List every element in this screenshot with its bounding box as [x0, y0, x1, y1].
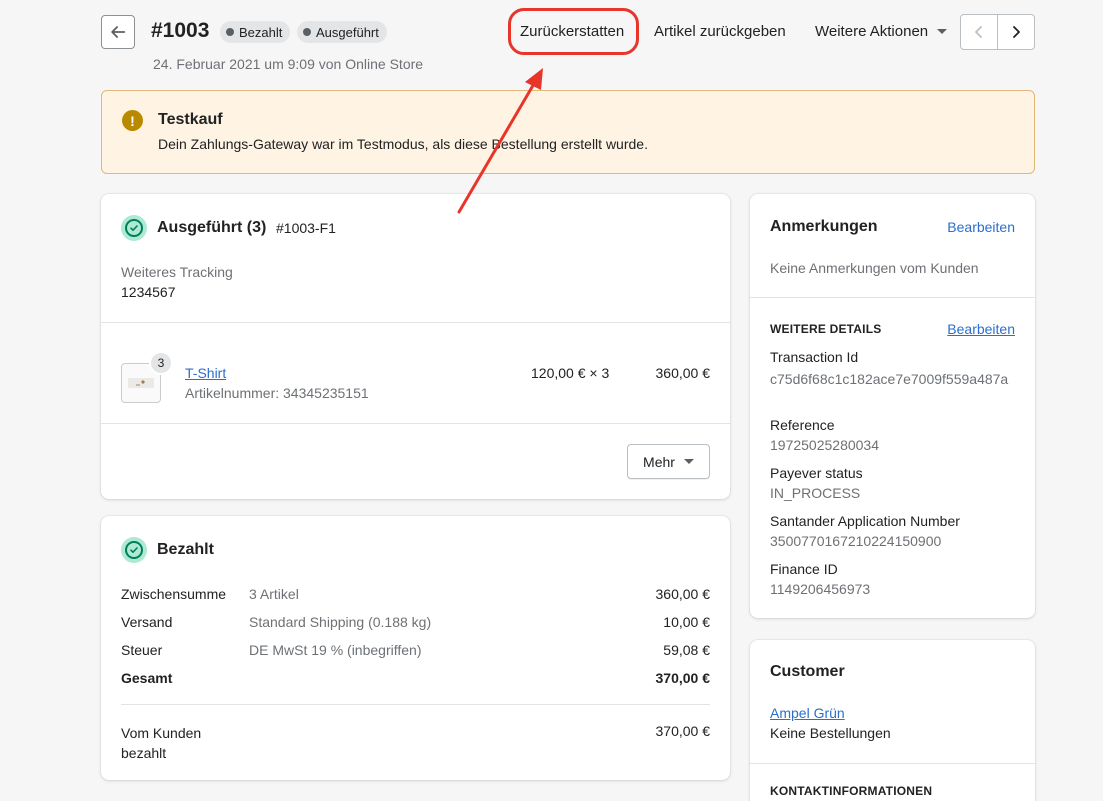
status-badge-fulfilled: Ausgeführt	[297, 21, 387, 43]
divider	[750, 297, 1035, 298]
caret-down-icon	[683, 459, 694, 464]
detail-label: Santander Application Number	[770, 513, 960, 529]
payment-title: Bezahlt	[157, 541, 214, 558]
detail-label: Finance ID	[770, 561, 838, 577]
notes-card: Anmerkungen Bearbeiten Keine Anmerkungen…	[750, 194, 1035, 618]
back-button[interactable]	[101, 15, 135, 49]
chevron-left-icon	[975, 26, 982, 38]
notes-title: Anmerkungen	[770, 218, 878, 235]
subtotal-amount: 360,00 €	[655, 586, 711, 602]
image-placeholder-icon	[128, 378, 154, 388]
customer-title: Customer	[770, 663, 845, 680]
detail-value: 1149206456973	[770, 581, 871, 597]
chevron-right-icon	[1013, 26, 1020, 38]
detail-label: Payever status	[770, 465, 863, 481]
fulfillment-title: Ausgeführt (3)	[157, 219, 267, 236]
detail-value: 3500770167210224150900	[770, 533, 942, 549]
customer-card: Customer Ampel Grün Keine Bestellungen K…	[750, 640, 1035, 801]
detail-value: c75d6f68c1c182ace7e7009f559a487a	[770, 371, 1009, 387]
fulfillment-card: Ausgeführt (3) #1003-F1 Weiteres Trackin…	[101, 194, 730, 499]
previous-order-button[interactable]	[961, 15, 998, 49]
paid-by-customer-label: Vom Kunden bezahlt	[121, 725, 202, 761]
caret-down-icon	[937, 29, 948, 34]
tax-amount: 59,08 €	[663, 642, 710, 658]
divider	[101, 423, 730, 424]
banner-title: Testkauf	[158, 111, 223, 128]
details-edit-link[interactable]: Bearbeiten	[947, 321, 1015, 337]
order-subtitle: 24. Februar 2021 um 9:09 von Online Stor…	[153, 56, 424, 72]
product-link[interactable]: T-Shirt	[185, 365, 226, 381]
check-circle-icon	[121, 215, 147, 241]
notes-edit-link[interactable]: Bearbeiten	[947, 219, 1015, 235]
notes-empty-text: Keine Anmerkungen vom Kunden	[770, 260, 979, 276]
more-button[interactable]: Mehr	[627, 444, 710, 479]
quantity-badge: 3	[149, 351, 173, 375]
subtotal-desc: 3 Artikel	[249, 586, 299, 602]
subtotal-label: Zwischensumme	[121, 586, 227, 602]
total-amount: 370,00 €	[655, 670, 711, 686]
annotation-arrow-icon	[457, 68, 543, 214]
total-label: Gesamt	[121, 670, 173, 686]
return-items-button[interactable]: Artikel zurückgeben	[654, 23, 786, 40]
customer-name-link[interactable]: Ampel Grün	[770, 705, 845, 721]
shipping-label: Versand	[121, 614, 173, 630]
details-title: WEITERE DETAILS	[770, 322, 882, 336]
highlight-annotation	[508, 8, 639, 55]
paid-by-customer-amount: 370,00 €	[655, 723, 711, 739]
tax-desc: DE MwSt 19 % (inbegriffen)	[249, 642, 422, 658]
divider	[121, 704, 710, 705]
shipping-amount: 10,00 €	[663, 614, 710, 630]
order-title: #1003	[151, 19, 210, 42]
line-total: 360,00 €	[655, 365, 711, 381]
product-sku: Artikelnummer: 34345235151	[185, 385, 369, 401]
tracking-label: Weiteres Tracking	[121, 264, 233, 280]
tax-label: Steuer	[121, 642, 163, 658]
next-order-button[interactable]	[998, 15, 1034, 49]
more-actions-button[interactable]: Weitere Aktionen	[815, 23, 948, 40]
banner-text: Dein Zahlungs-Gateway war im Testmodus, …	[158, 136, 648, 152]
detail-value: 19725025280034	[770, 437, 880, 453]
tracking-number: 1234567	[121, 284, 176, 300]
payment-card: Bezahlt Zwischensumme 3 Artikel 360,00 €…	[101, 516, 730, 780]
test-order-banner: ! Testkauf Dein Zahlungs-Gateway war im …	[101, 90, 1035, 174]
shipping-desc: Standard Shipping (0.188 kg)	[249, 614, 432, 630]
detail-value: IN_PROCESS	[770, 485, 861, 501]
contact-title: KONTAKTINFORMATIONEN	[770, 784, 933, 798]
customer-orders: Keine Bestellungen	[770, 725, 891, 741]
detail-label: Transaction Id	[770, 349, 859, 365]
arrow-left-icon	[111, 26, 126, 38]
warning-icon: !	[122, 110, 143, 131]
unit-price: 120,00 € × 3	[531, 365, 610, 381]
divider	[101, 322, 730, 323]
status-badge-paid: Bezahlt	[220, 21, 291, 43]
divider	[750, 763, 1035, 764]
fulfillment-id: #1003-F1	[276, 220, 336, 236]
order-pagination	[960, 14, 1035, 50]
check-circle-icon	[121, 537, 147, 563]
detail-label: Reference	[770, 417, 835, 433]
